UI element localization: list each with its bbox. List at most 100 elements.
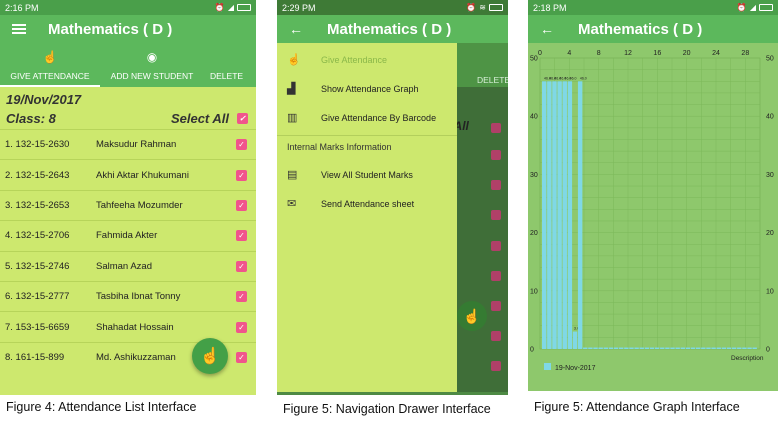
data-bar [639, 347, 644, 349]
select-all-label: Select All [170, 111, 229, 126]
data-bar [608, 347, 614, 349]
app-bar: ← Mathematics ( D ) [277, 15, 508, 43]
student-id: 8. 161-15-899 [5, 351, 65, 363]
y-tick-label-right: 10 [766, 288, 774, 295]
dimmed-checkbox [491, 331, 501, 341]
student-name: Maksudur Rahman [96, 139, 177, 151]
student-row[interactable]: 1. 132-15-2630 Maksudur Rahman ✓ [0, 129, 256, 159]
status-icons: ⏰ ◢ [737, 3, 773, 12]
alarm-icon: ⏰ [736, 3, 747, 12]
data-bar [752, 347, 757, 349]
data-bar [726, 347, 732, 349]
y-tick-label-left: 50 [530, 56, 538, 63]
hamburger-menu-icon[interactable] [12, 24, 26, 34]
drawer-item-attendance-by-barcode[interactable]: ▥ Give Attendance By Barcode [277, 103, 457, 132]
status-icons: ⏰ ≋ [466, 3, 503, 12]
student-row[interactable]: 2. 132-15-2643 Akhi Aktar Khukumani ✓ [0, 159, 256, 189]
student-name: Fahmida Akter [96, 230, 158, 242]
y-tick-label-left: 20 [530, 230, 538, 237]
data-bar [731, 347, 737, 349]
student-row[interactable]: 3. 132-15-2653 Tahfeeha Mozumder ✓ [0, 189, 256, 220]
clipboard-icon: ▤ [287, 169, 298, 181]
status-time: 2:29 PM [282, 2, 316, 13]
attendance-checkbox[interactable]: ✓ [236, 260, 247, 272]
student-name: Salman Azad [96, 260, 152, 272]
data-bar [557, 81, 562, 349]
student-row[interactable]: 6. 132-15-2777 Tasbiha Ibnat Tonny ✓ [0, 280, 256, 311]
student-id: 7. 153-15-6659 [5, 321, 70, 333]
signal-icon: ◢ [749, 3, 756, 12]
student-name: Akhi Aktar Khukumani [96, 169, 189, 181]
dimmed-checkbox [491, 271, 501, 281]
tab-bar: ☝ GIVE ATTENDANCE ◉ ADD NEW STUDENT DELE… [0, 43, 256, 87]
y-tick-label-right: 0 [766, 347, 770, 354]
attendance-checkbox[interactable]: ✓ [236, 321, 247, 333]
x-tick-label: 4 [567, 50, 571, 57]
dimmed-checkbox [491, 301, 501, 311]
data-bar [701, 347, 706, 349]
data-bar [649, 347, 655, 349]
tab-add-new-student[interactable]: ◉ ADD NEW STUDENT [104, 43, 200, 87]
wifi-icon: ≋ [479, 3, 486, 12]
x-tick-label: 28 [741, 50, 749, 57]
student-id: 4. 132-15-2706 [5, 230, 70, 242]
data-bar [567, 81, 573, 349]
attendance-checkbox[interactable]: ✓ [236, 169, 247, 181]
alarm-icon: ⏰ [466, 3, 477, 12]
student-id: 1. 132-15-2630 [5, 139, 70, 151]
data-bar [721, 347, 727, 349]
drawer-item-send-attendance-sheet[interactable]: ✉ Send Attendance sheet [277, 189, 457, 218]
tab-label: DELETE [210, 71, 244, 81]
legend-swatch [544, 363, 551, 370]
student-row[interactable]: 5. 132-15-2746 Salman Azad ✓ [0, 250, 256, 281]
data-bar [577, 81, 583, 349]
dimmed-checkbox [491, 123, 501, 133]
dimmed-checkbox [491, 180, 501, 190]
email-icon: ✉ [287, 198, 297, 210]
select-all[interactable]: Select All ✓ [171, 111, 248, 126]
attendance-checkbox[interactable]: ✓ [236, 351, 247, 363]
data-bar [696, 347, 701, 349]
data-bar [593, 347, 598, 349]
data-bar [562, 81, 567, 349]
back-arrow-icon[interactable]: ← [540, 21, 554, 37]
attendance-checkbox[interactable]: ✓ [236, 291, 247, 303]
attendance-list-screen: 2:16 PM ⏰ ◢ Mathematics ( D ) ☝ GIVE ATTE… [0, 0, 256, 395]
hand-pointer-icon: ☝ [42, 50, 58, 64]
student-row[interactable]: 4. 132-15-2706 Fahmida Akter ✓ [0, 220, 256, 250]
student-row[interactable]: 7. 153-15-6659 Shahadat Hossain ✓ [0, 311, 256, 341]
data-bar [660, 347, 665, 349]
y-tick-label-left: 0 [530, 347, 534, 354]
data-bar [634, 347, 639, 349]
alarm-icon: ⏰ [214, 3, 225, 12]
data-bar [547, 81, 552, 349]
data-bar [572, 331, 578, 349]
attendance-checkbox[interactable]: ✓ [236, 230, 247, 242]
dimmed-content: DELETE [457, 43, 508, 392]
data-bar [711, 347, 716, 349]
y-tick-label-right: 30 [766, 172, 774, 179]
select-all-checkbox[interactable]: ✓ [237, 113, 248, 124]
drawer-item-show-attendance-graph[interactable]: ▟ Show Attendance Graph [277, 74, 457, 103]
drawer-item-view-all-marks[interactable]: ▤ View All Student Marks [277, 160, 457, 189]
hand-pointer-fab-button[interactable]: ☝ [192, 338, 228, 374]
student-id: 6. 132-15-2777 [5, 291, 70, 303]
attendance-checkbox[interactable]: ✓ [236, 139, 247, 151]
drawer-item-label: View All Student Marks [321, 169, 413, 180]
student-name: Tahfeeha Mozumder [96, 199, 183, 211]
data-bar [613, 347, 619, 349]
tab-indicator [0, 85, 100, 87]
status-bar: 2:18 PM ⏰ ◢ [528, 0, 778, 15]
y-tick-label-left: 40 [530, 114, 538, 121]
data-bar [665, 347, 670, 349]
data-bar [644, 347, 650, 349]
battery-icon [759, 4, 773, 11]
tab-give-attendance[interactable]: ☝ GIVE ATTENDANCE [0, 43, 100, 87]
attendance-checkbox[interactable]: ✓ [236, 199, 247, 211]
navigation-drawer: ☝ Give Attendance ▟ Show Attendance Grap… [277, 43, 457, 392]
back-arrow-icon[interactable]: ← [289, 21, 303, 37]
tab-delete[interactable]: DELETE [210, 43, 256, 87]
drawer-item-give-attendance[interactable]: ☝ Give Attendance [277, 45, 457, 74]
status-time: 2:16 PM [5, 2, 39, 13]
data-bar [619, 347, 624, 349]
